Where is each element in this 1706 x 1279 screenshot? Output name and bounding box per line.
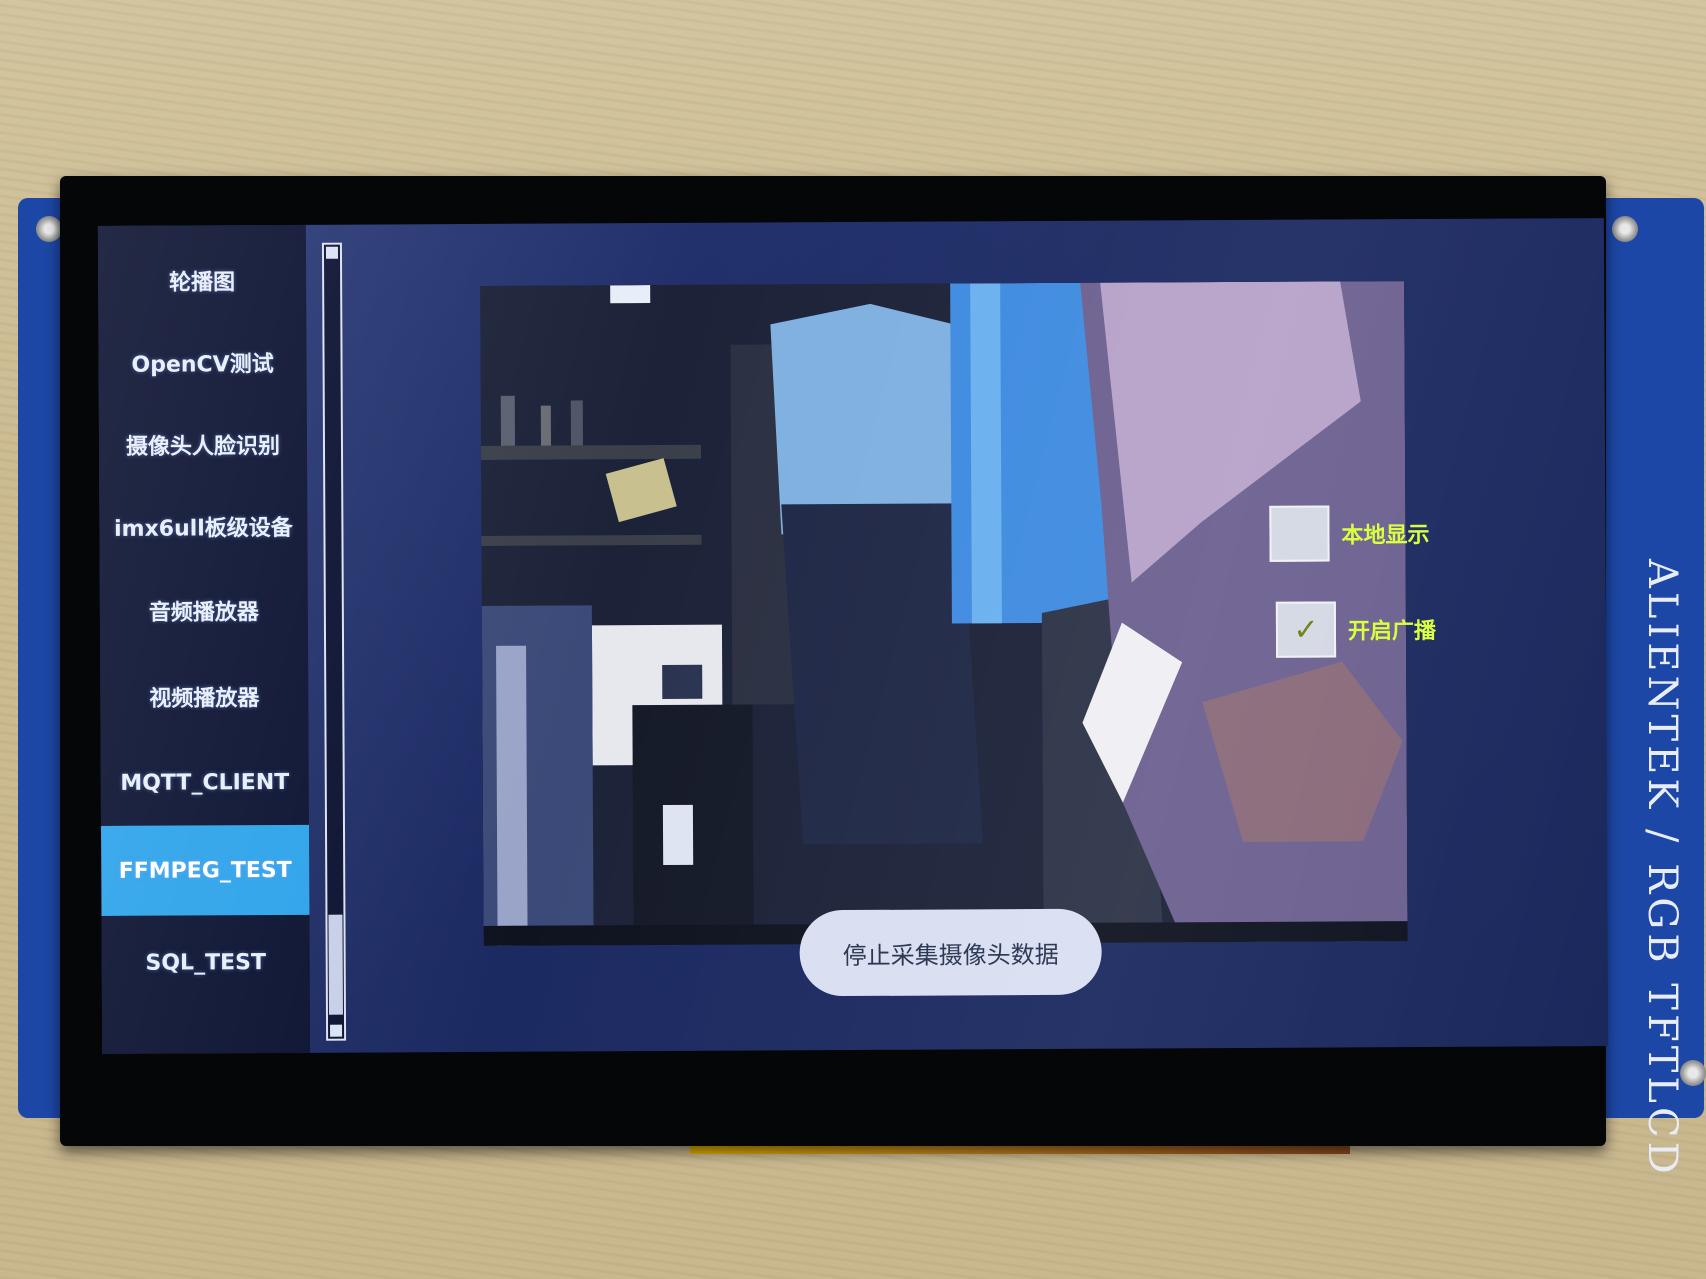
screw-icon [1612, 216, 1638, 242]
camera-feed-icon [480, 281, 1408, 946]
scroll-down-arrow-icon[interactable] [330, 1024, 343, 1037]
local-display-label: 本地显示 [1341, 522, 1430, 549]
scroll-thumb[interactable] [328, 914, 343, 1015]
enable-broadcast-checkbox[interactable]: ✓ [1275, 601, 1337, 658]
menu-scrollbar[interactable] [321, 242, 347, 1041]
menu-item-ffmpeg-test[interactable]: FFMPEG_TEST [100, 824, 310, 916]
enable-broadcast-label: 开启广播 [1347, 618, 1437, 645]
menu-item-face-recognition[interactable]: 摄像头人脸识别 [99, 401, 307, 488]
screw-icon [1680, 1060, 1706, 1086]
screw-icon [36, 216, 62, 242]
menu-item-sql-test[interactable]: SQL_TEST [101, 919, 309, 1006]
menu-item-board-devices[interactable]: imx6ull板级设备 [99, 483, 307, 570]
stop-capture-button[interactable]: 停止采集摄像头数据 [799, 908, 1102, 997]
camera-preview [480, 281, 1408, 946]
menu-item-carousel[interactable]: 轮播图 [98, 237, 306, 324]
lcd-screen: 轮播图 OpenCV测试 摄像头人脸识别 imx6ull板级设备 音频播放器 视… [97, 218, 1609, 1054]
menu-item-audio-player[interactable]: 音频播放器 [100, 567, 308, 654]
menu-item-video-player[interactable]: 视频播放器 [100, 653, 308, 740]
app-menu: 轮播图 OpenCV测试 摄像头人脸识别 imx6ull板级设备 音频播放器 视… [97, 224, 311, 1054]
local-display-checkbox[interactable] [1269, 505, 1330, 562]
local-display-option[interactable]: 本地显示 [1269, 505, 1430, 562]
enable-broadcast-option[interactable]: ✓ 开启广播 [1275, 601, 1437, 658]
menu-item-mqtt-client[interactable]: MQTT_CLIENT [101, 739, 309, 826]
checkmark-icon: ✓ [1293, 612, 1319, 648]
pcb-silkscreen: ALIENTEK / RGB TFTLCD [1639, 558, 1685, 1178]
menu-item-opencv[interactable]: OpenCV测试 [98, 319, 306, 406]
scroll-up-arrow-icon[interactable] [325, 246, 339, 259]
